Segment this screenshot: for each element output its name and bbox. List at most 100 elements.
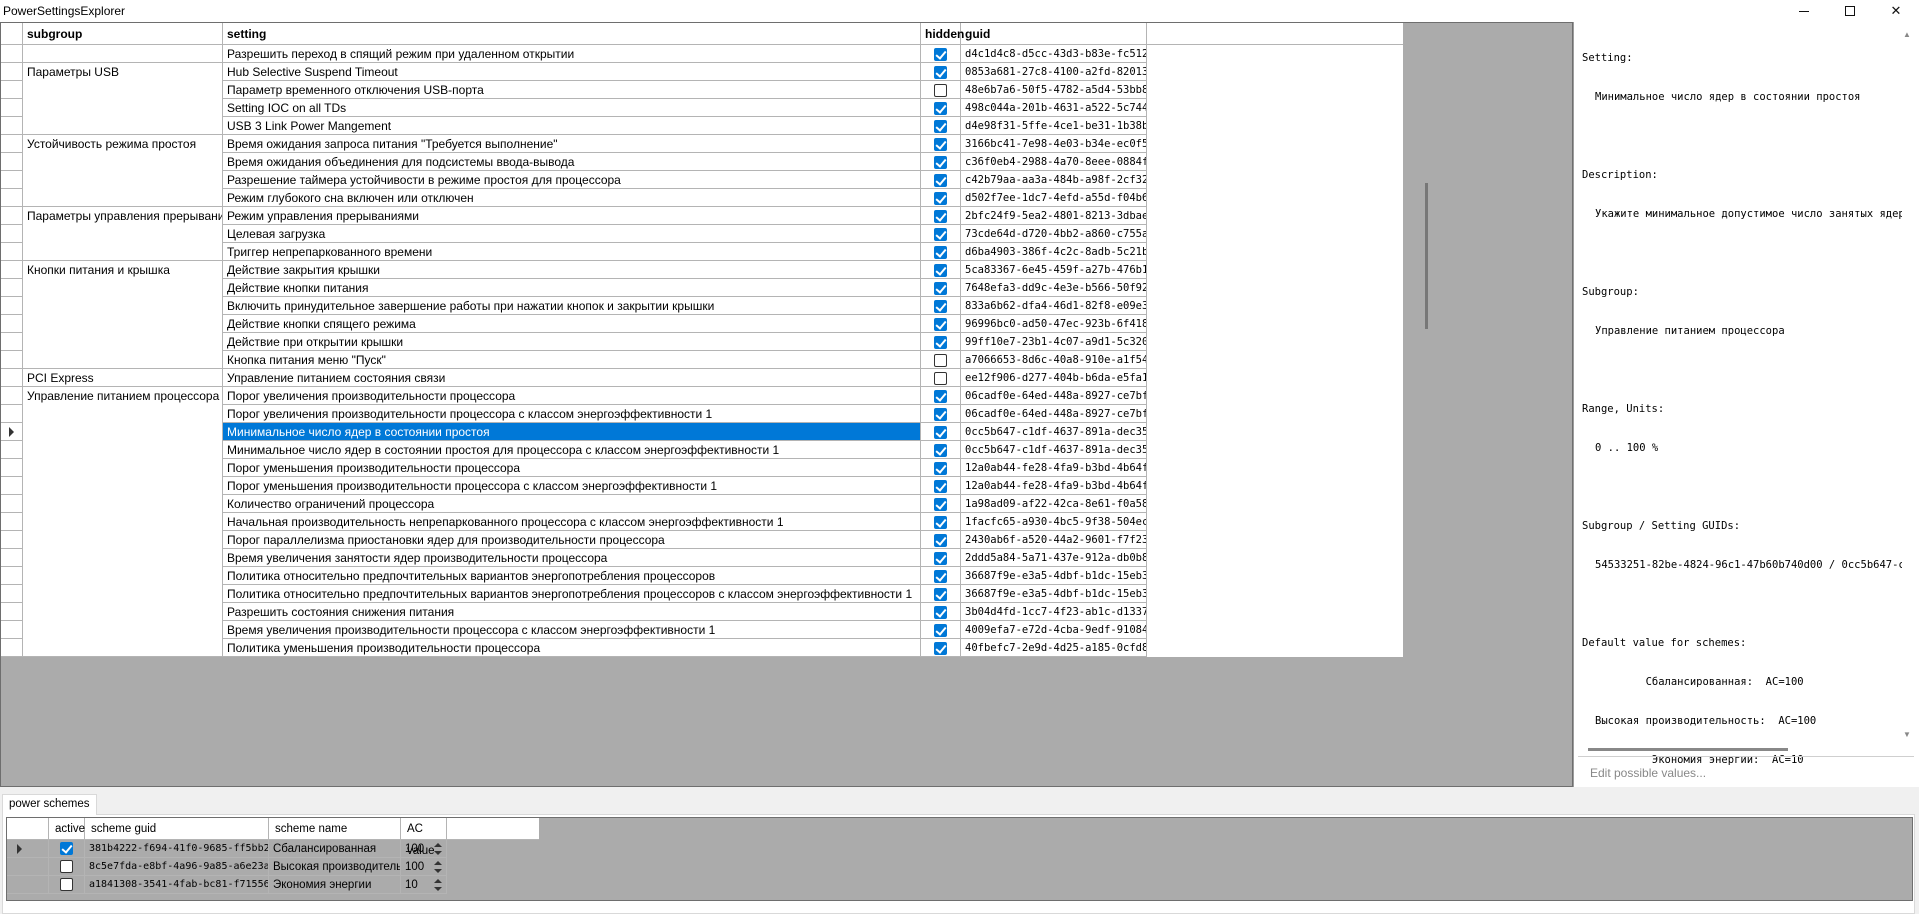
guid-cell[interactable]: 0853a681-27c8-4100-a2fd-82013e970683	[961, 63, 1147, 81]
column-header-ac-value[interactable]: AC value	[401, 818, 447, 857]
hidden-checkbox[interactable]	[934, 120, 947, 133]
guid-cell[interactable]: 1a98ad09-af22-42ca-8e61-f0a5802c270a	[961, 495, 1147, 513]
setting-cell[interactable]: Разрешить состояния снижения питания	[223, 603, 921, 621]
table-row[interactable]: Начальная производительность непрепарков…	[1, 513, 1403, 531]
close-button[interactable]: ✕	[1873, 0, 1919, 22]
spinner-icon[interactable]	[432, 877, 443, 893]
subgroup-cell[interactable]	[23, 297, 223, 315]
row-header[interactable]	[1, 243, 23, 261]
hidden-checkbox[interactable]	[934, 552, 947, 565]
chevron-up-icon[interactable]	[434, 843, 442, 847]
hidden-checkbox[interactable]	[934, 534, 947, 547]
details-scroll-down-icon[interactable]: ▼	[1903, 730, 1911, 739]
guid-cell[interactable]: 40fbefc7-2e9d-4d25-a185-0cfd8574bac6	[961, 639, 1147, 657]
table-row[interactable]: Политика относительно предпочтительных в…	[1, 585, 1403, 603]
guid-cell[interactable]: 12a0ab44-fe28-4fa9-b3bd-4b64f44960a7	[961, 477, 1147, 495]
guid-cell[interactable]: 2430ab6f-a520-44a2-9601-f7f23b5134b1	[961, 531, 1147, 549]
setting-cell[interactable]: Разрешение таймера устойчивости в режиме…	[223, 171, 921, 189]
hidden-checkbox[interactable]	[934, 624, 947, 637]
subgroup-cell[interactable]	[23, 99, 223, 117]
setting-cell[interactable]: Режим глубокого сна включен или отключен	[223, 189, 921, 207]
subgroup-cell[interactable]	[23, 405, 223, 423]
scheme-guid-cell[interactable]: 8c5e7fda-e8bf-4a96-9a85-a6e23a8c635c	[85, 858, 269, 876]
row-header[interactable]	[1, 117, 23, 135]
spinner-icon[interactable]	[432, 859, 443, 875]
row-header[interactable]	[1, 495, 23, 513]
scheme-guid-cell[interactable]: a1841308-3541-4fab-bc81-f71556f20b4a	[85, 876, 269, 894]
settings-grid[interactable]: subgroup setting hidden guid Разрешить п…	[0, 22, 1573, 787]
row-header[interactable]	[1, 513, 23, 531]
table-row[interactable]: Действие кнопки спящего режима 96996bc0-a…	[1, 315, 1403, 333]
subgroup-cell[interactable]	[23, 621, 223, 639]
hidden-checkbox[interactable]	[934, 210, 947, 223]
subgroup-cell[interactable]	[23, 81, 223, 99]
setting-cell[interactable]: Политика уменьшения производительности п…	[223, 639, 921, 657]
edit-possible-values-link[interactable]: Edit possible values...	[1590, 766, 1706, 780]
hidden-checkbox[interactable]	[934, 156, 947, 169]
row-header[interactable]	[1, 477, 23, 495]
chevron-down-icon[interactable]	[434, 869, 442, 873]
subgroup-cell[interactable]	[23, 423, 223, 441]
row-header[interactable]	[1, 603, 23, 621]
hidden-checkbox[interactable]	[934, 372, 947, 385]
subgroup-cell[interactable]	[23, 333, 223, 351]
guid-cell[interactable]: 48e6b7a6-50f5-4782-a5d4-53bb8f07e226	[961, 81, 1147, 99]
setting-cell[interactable]: Триггер непрепаркованного времени	[223, 243, 921, 261]
table-row[interactable]: Setting IOC on all TDs 498c044a-201b-4631…	[1, 99, 1403, 117]
guid-cell[interactable]: 73cde64d-d720-4bb2-a860-c755afe77ef2	[961, 225, 1147, 243]
hidden-checkbox[interactable]	[934, 390, 947, 403]
row-header[interactable]	[1, 261, 23, 279]
scheme-row-header[interactable]	[7, 840, 49, 858]
table-row[interactable]: Разрешить переход в спящий режим при уда…	[1, 45, 1403, 63]
subgroup-cell[interactable]	[23, 477, 223, 495]
guid-cell[interactable]: 12a0ab44-fe28-4fa9-b3bd-4b64f44960a6	[961, 459, 1147, 477]
subgroup-cell[interactable]	[23, 549, 223, 567]
table-row[interactable]: Количество ограничений процессора 1a98ad0…	[1, 495, 1403, 513]
spinner-icon[interactable]	[432, 841, 443, 857]
active-checkbox[interactable]	[60, 842, 73, 855]
setting-cell[interactable]: Порог параллелизма приостановки ядер для…	[223, 531, 921, 549]
scheme-name-cell[interactable]: Экономия энергии	[269, 876, 401, 894]
row-header[interactable]	[1, 441, 23, 459]
subgroup-cell[interactable]	[23, 153, 223, 171]
chevron-up-icon[interactable]	[434, 879, 442, 883]
setting-cell[interactable]: Время увеличения занятости ядер производ…	[223, 549, 921, 567]
subgroup-cell[interactable]	[23, 45, 223, 63]
setting-cell[interactable]: Разрешить переход в спящий режим при уда…	[223, 45, 921, 63]
row-header[interactable]	[1, 549, 23, 567]
setting-cell[interactable]: Минимальное число ядер в состоянии прост…	[223, 423, 921, 441]
hidden-checkbox[interactable]	[934, 480, 947, 493]
row-header[interactable]	[1, 369, 23, 387]
table-row[interactable]: Порог уменьшения производительности проц…	[1, 477, 1403, 495]
hidden-checkbox[interactable]	[934, 174, 947, 187]
guid-cell[interactable]: 0cc5b647-c1df-4637-891a-dec35c318584	[961, 441, 1147, 459]
subgroup-cell[interactable]	[23, 459, 223, 477]
hidden-checkbox[interactable]	[934, 228, 947, 241]
row-header[interactable]	[1, 99, 23, 117]
subgroup-cell[interactable]: Параметры USB	[23, 63, 223, 81]
row-header[interactable]	[1, 531, 23, 549]
setting-cell[interactable]: Минимальное число ядер в состоянии прост…	[223, 441, 921, 459]
subgroup-cell[interactable]	[23, 441, 223, 459]
hidden-checkbox[interactable]	[934, 264, 947, 277]
row-header[interactable]	[1, 459, 23, 477]
table-row[interactable]: Управление питанием процессора Порог увел…	[1, 387, 1403, 405]
setting-cell[interactable]: Включить принудительное завершение работ…	[223, 297, 921, 315]
setting-cell[interactable]: Порог увеличения производительности проц…	[223, 387, 921, 405]
subgroup-cell[interactable]	[23, 315, 223, 333]
subgroup-cell[interactable]	[23, 585, 223, 603]
guid-cell[interactable]: 5ca83367-6e45-459f-a27b-476b1d01c936	[961, 261, 1147, 279]
subgroup-cell[interactable]: Устойчивость режима простоя	[23, 135, 223, 153]
table-row[interactable]: Время увеличения производительности проц…	[1, 621, 1403, 639]
hidden-checkbox[interactable]	[934, 66, 947, 79]
table-row[interactable]: Кнопки питания и крышка Действие закрытия…	[1, 261, 1403, 279]
guid-cell[interactable]: ee12f906-d277-404b-b6da-e5fa1a576df5	[961, 369, 1147, 387]
column-header-guid[interactable]: guid	[961, 23, 1147, 45]
guid-cell[interactable]: 0cc5b647-c1df-4637-891a-dec35c318583	[961, 423, 1147, 441]
scheme-name-cell[interactable]: Сбалансированная	[269, 840, 401, 858]
ac-value-stepper[interactable]: 100	[401, 858, 447, 876]
chevron-up-icon[interactable]	[434, 861, 442, 865]
guid-cell[interactable]: 99ff10e7-23b1-4c07-a9d1-5c3206d741b4	[961, 333, 1147, 351]
table-row[interactable]: Действие кнопки питания 7648efa3-dd9c-4e3…	[1, 279, 1403, 297]
row-header[interactable]	[1, 63, 23, 81]
